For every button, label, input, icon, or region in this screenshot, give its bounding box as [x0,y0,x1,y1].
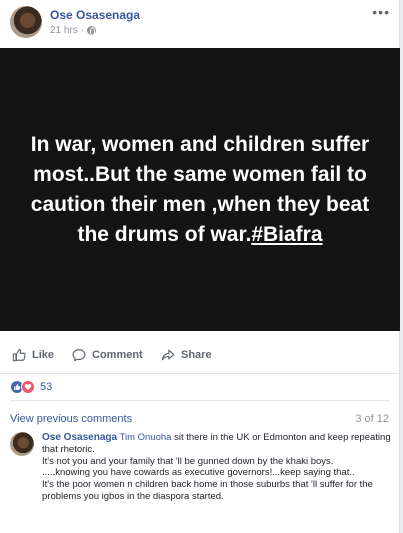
post-meta: 21 hrs · [50,25,97,36]
comments-count: 3 of 12 [355,413,389,425]
comment-text-line: It's not you and your family that 'll be… [42,455,334,467]
meta-separator: · [80,25,85,36]
view-previous-comments-link[interactable]: View previous comments [10,413,132,425]
more-options-button[interactable]: ••• [372,4,390,20]
comment-body: Ose Osasenaga Tim Onuoha sit there in th… [42,432,394,503]
reactions-summary[interactable]: 53 [10,380,52,394]
post-actions-bar: Like Comment Share [0,340,400,374]
image-hashtag: #Biafra [251,222,323,246]
author-avatar[interactable] [10,6,42,38]
comment-icon [72,349,86,362]
post-header: Ose Osasenaga 21 hrs · ••• [0,0,400,46]
comment-button[interactable]: Comment [72,348,143,362]
love-reaction-icon [21,380,35,394]
comment-text-line: It's the poor women n children back home… [42,479,373,502]
reactions-count[interactable]: 53 [40,381,52,393]
comment-mention[interactable]: Tim Onuoha [120,432,172,443]
post-image-text: In war, women and children suffer most..… [22,130,378,250]
share-arrow-icon [161,349,175,361]
section-divider [10,400,390,401]
comment-label: Comment [92,349,143,361]
post-card: Ose Osasenaga 21 hrs · ••• In war, women… [0,0,400,533]
post-image[interactable]: In war, women and children suffer most..… [0,48,400,331]
comment-text-line: .....knowing you have cowards as executi… [42,467,355,479]
comment-author-name[interactable]: Ose Osasenaga [42,432,117,443]
post-author-name[interactable]: Ose Osasenaga [50,8,140,22]
like-label: Like [32,349,55,361]
globe-icon [87,26,97,36]
post-timestamp[interactable]: 21 hrs [50,25,78,36]
commenter-avatar[interactable] [10,432,34,456]
thumbs-up-icon [12,348,26,362]
share-label: Share [181,349,212,361]
share-button[interactable]: Share [161,348,212,362]
like-button[interactable]: Like [12,348,54,362]
